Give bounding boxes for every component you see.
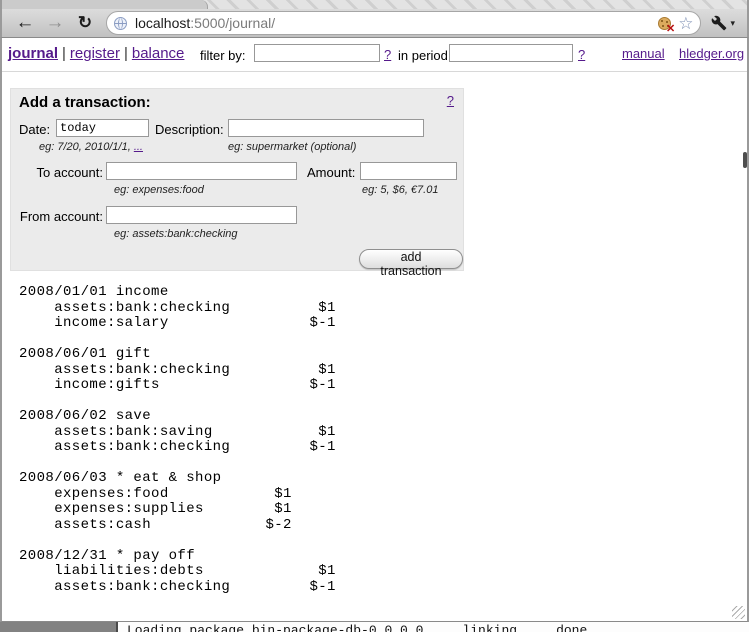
date-hint: eg: 7/20, 2010/1/1, ...: [39, 141, 143, 153]
url-host: localhost: [135, 15, 190, 31]
to-account-hint: eg: expenses:food: [114, 184, 204, 196]
journal-text: 2008/01/01 income assets:bank:checking $…: [19, 285, 336, 595]
app-nav-links: journal|register|balance: [8, 45, 184, 62]
description-input[interactable]: [228, 119, 424, 137]
date-hint-more-link[interactable]: ...: [134, 141, 143, 153]
wrench-menu-button[interactable]: ▾: [711, 15, 735, 31]
address-bar[interactable]: localhost:5000/journal/ ✕ ☆: [106, 11, 701, 35]
url-text[interactable]: localhost:5000/journal/: [135, 15, 275, 31]
add-transaction-button[interactable]: add transaction: [359, 249, 463, 269]
description-label: Description:: [155, 122, 224, 137]
description-hint: eg: supermarket (optional): [228, 141, 356, 153]
back-button[interactable]: ←: [10, 10, 40, 36]
filter-by-label: filter by:: [200, 48, 246, 63]
nav-link-balance[interactable]: balance: [132, 45, 185, 62]
hledger-org-link[interactable]: hledger.org: [679, 46, 744, 61]
url-path: :5000/journal/: [190, 15, 275, 31]
nav-link-register[interactable]: register: [70, 45, 120, 62]
date-hint-text: eg: 7/20, 2010/1/1,: [39, 141, 134, 153]
forward-button[interactable]: →: [40, 10, 70, 36]
cookie-blocked-x-icon: ✕: [666, 24, 675, 35]
nav-link-journal[interactable]: journal: [8, 45, 58, 62]
globe-icon[interactable]: [114, 17, 127, 30]
add-transaction-form: Add a transaction: ? Date: Description: …: [10, 88, 464, 271]
period-help-link[interactable]: ?: [578, 47, 585, 62]
from-account-label: From account:: [13, 209, 103, 224]
date-label: Date:: [19, 122, 50, 137]
to-account-label: To account:: [13, 165, 103, 180]
terminal-window: Loading package bin-package-db-0.0.0.0 .…: [116, 622, 749, 632]
manual-link[interactable]: manual: [622, 46, 665, 61]
amount-input[interactable]: [360, 162, 457, 180]
wrench-caret-icon: ▾: [730, 18, 735, 29]
browser-toolbar: ← → ↻ localhost:5000/journal/ ✕ ☆ ▾: [0, 9, 749, 38]
background-strip: Loading package bin-package-db-0.0.0.0 .…: [0, 622, 749, 632]
bookmark-star-icon[interactable]: ☆: [678, 15, 693, 32]
wrench-icon: [711, 15, 727, 31]
amount-hint: eg: 5, $6, €7.01: [362, 184, 438, 196]
nav-separator: |: [58, 45, 70, 62]
screen: ← → ↻ localhost:5000/journal/ ✕ ☆ ▾ jour…: [0, 0, 749, 632]
filter-input[interactable]: [254, 44, 380, 62]
app-navbar: journal|register|balance filter by: ? in…: [2, 38, 747, 72]
form-help-link[interactable]: ?: [447, 93, 454, 108]
cookie-blocked-icon[interactable]: ✕: [658, 17, 671, 30]
browser-tab[interactable]: [2, 0, 208, 9]
from-account-hint: eg: assets:bank:checking: [114, 228, 238, 240]
scrollbar-thumb[interactable]: [743, 152, 747, 168]
reload-button[interactable]: ↻: [70, 10, 100, 36]
nav-separator: |: [120, 45, 132, 62]
form-title: Add a transaction:: [19, 94, 151, 111]
page-body: journal|register|balance filter by: ? in…: [0, 38, 749, 622]
in-period-label: in period:: [398, 48, 451, 63]
window-resize-grip-icon[interactable]: [732, 606, 745, 619]
amount-label: Amount:: [307, 165, 355, 180]
date-input[interactable]: [56, 119, 149, 137]
from-account-input[interactable]: [106, 206, 297, 224]
period-input[interactable]: [449, 44, 573, 62]
terminal-output: Loading package bin-package-db-0.0.0.0 .…: [127, 623, 749, 632]
filter-help-link[interactable]: ?: [384, 47, 391, 62]
tab-strip: [0, 0, 749, 9]
to-account-input[interactable]: [106, 162, 297, 180]
